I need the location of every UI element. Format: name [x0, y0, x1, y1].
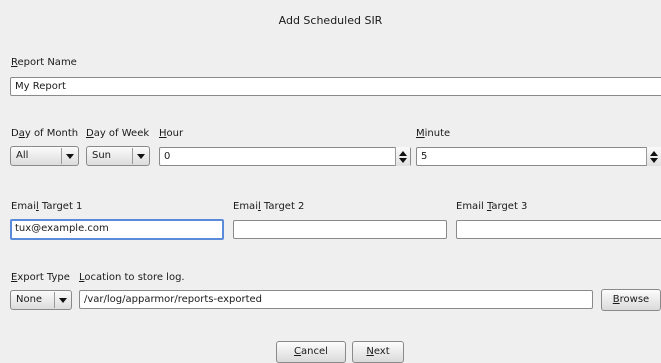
dialog-title: Add Scheduled SIR — [278, 14, 383, 27]
location-field[interactable]: /var/log/apparmor/reports-exported — [79, 290, 593, 309]
next-button[interactable]: Next — [352, 341, 404, 363]
minute-label: Minute — [416, 128, 451, 139]
day-of-week-label: Day of Week — [86, 128, 150, 139]
cancel-button[interactable]: Cancel — [276, 341, 346, 363]
export-type-value: None — [11, 292, 55, 308]
hour-spin-buttons[interactable] — [395, 147, 410, 166]
minute-spin-buttons[interactable] — [646, 147, 661, 166]
day-of-month-combo[interactable]: All — [10, 146, 79, 166]
export-type-label: Export Type — [11, 272, 70, 283]
email-target-2-label: Email Target 2 — [233, 201, 305, 212]
increment-arrow-icon[interactable] — [399, 150, 407, 156]
browse-button[interactable]: Browse — [601, 289, 661, 311]
day-of-month-value: All — [11, 148, 62, 164]
minute-spinbox[interactable]: 5 — [416, 147, 661, 166]
email-target-2-field[interactable] — [233, 220, 447, 239]
decrement-arrow-icon[interactable] — [650, 157, 658, 163]
location-label: Location to store log. — [79, 272, 185, 283]
increment-arrow-icon[interactable] — [650, 150, 658, 156]
report-name-label: Report Name — [11, 57, 77, 68]
report-name-field[interactable]: My Report — [10, 77, 661, 96]
chevron-down-icon — [62, 153, 78, 159]
email-target-1-label: Email Target 1 — [11, 201, 83, 212]
day-of-week-combo[interactable]: Sun — [86, 146, 150, 166]
email-target-3-label: Email Target 3 — [456, 201, 528, 212]
minute-value: 5 — [421, 151, 428, 162]
chevron-down-icon — [55, 297, 71, 303]
chevron-down-icon — [133, 153, 149, 159]
hour-value: 0 — [164, 151, 171, 162]
email-target-3-field[interactable] — [456, 220, 661, 239]
day-of-month-label: Day of Month — [11, 128, 79, 139]
hour-spinbox[interactable]: 0 — [159, 147, 411, 166]
hour-label: Hour — [159, 128, 184, 139]
day-of-week-value: Sun — [87, 148, 133, 164]
export-type-combo[interactable]: None — [10, 290, 72, 310]
email-target-1-field[interactable]: tux@example.com — [10, 219, 224, 240]
decrement-arrow-icon[interactable] — [399, 157, 407, 163]
